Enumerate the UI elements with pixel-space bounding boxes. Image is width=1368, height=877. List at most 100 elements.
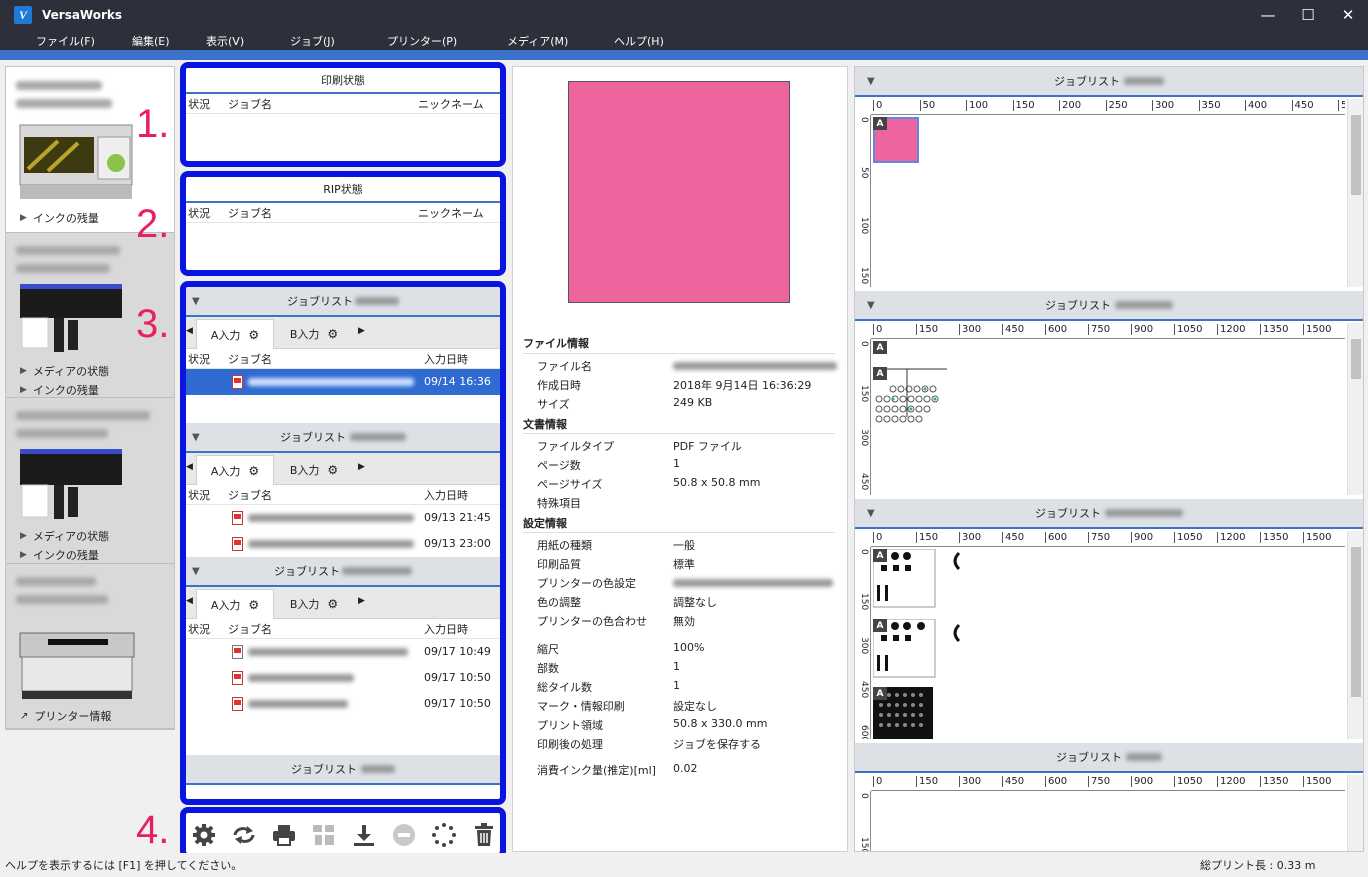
gear-icon[interactable]: ⚙ (327, 597, 338, 611)
scrollbar[interactable] (1347, 775, 1363, 851)
job-row[interactable]: 09/13 21:45 (186, 505, 500, 531)
collapse-icon[interactable]: ▼ (867, 300, 875, 311)
close-button[interactable]: ✕ (1328, 0, 1368, 30)
printer-info-link[interactable]: ↗ プリンター情報 (20, 708, 111, 724)
job-row[interactable]: 09/17 10:49 (186, 639, 500, 665)
expand-icon: ▶ (20, 385, 27, 395)
tab-scroll-right-icon[interactable]: ▶ (358, 596, 365, 606)
printer-image (19, 124, 133, 199)
ink-usage-label: 消費インク量(推定)[ml] (537, 764, 656, 777)
menu-file[interactable]: ファイル(F) (36, 33, 95, 49)
input-a-badge: A (873, 619, 887, 632)
tab-scroll-right-icon[interactable]: ▶ (358, 326, 365, 336)
loading-icon[interactable] (430, 821, 458, 849)
media-status-link[interactable]: ▶ メディアの状態 (20, 528, 109, 544)
ruler-horizontal: 0 150 300 450 600 750 900 1050 1200 1350 1500 (871, 323, 1345, 339)
tab-b-input[interactable]: B入力 ⚙ (276, 455, 352, 485)
marker-2: 2. (136, 202, 170, 246)
maximize-button[interactable]: ☐ (1288, 0, 1328, 30)
collapse-icon[interactable]: ▼ (192, 566, 200, 577)
joblist-tabs: ◀ A入力 ⚙ B入力 ⚙ ▶ (186, 587, 500, 619)
ruler-tick-label: 600 (1045, 532, 1067, 543)
total-print-length: 総プリント長 : 0.33 m (1200, 859, 1316, 872)
gear-icon[interactable]: ⚙ (248, 598, 259, 612)
joblist-previews: ▼ジョブリスト 0501001502002503003504004505 050… (854, 66, 1364, 852)
menu-job[interactable]: ジョブ(J) (290, 33, 335, 49)
tab-scroll-left-icon[interactable]: ◀ (186, 326, 193, 336)
minimize-button[interactable]: — (1248, 0, 1288, 30)
collapse-icon[interactable]: ▼ (867, 508, 875, 519)
joblist-tabs: ◀ A入力 ⚙ B入力 ⚙ ▶ (186, 317, 500, 349)
collapse-icon[interactable]: ▼ (867, 76, 875, 87)
preview-header[interactable]: ▼ ジョブリスト (855, 291, 1363, 321)
joblist-header[interactable]: ▼ ジョブリスト (186, 423, 500, 453)
scrollbar[interactable] (1347, 99, 1363, 287)
job-row[interactable]: 09/17 10:50 (186, 665, 500, 691)
rip-status-panel: RIP状態 状況 ジョブ名 ニックネーム (180, 171, 506, 276)
collapse-icon[interactable]: ▼ (192, 296, 200, 307)
tab-scroll-left-icon[interactable]: ◀ (186, 462, 193, 472)
gear-icon[interactable]: ⚙ (327, 463, 338, 477)
menu-printer[interactable]: プリンター(P) (387, 33, 457, 49)
print-status-title: 印刷状態 (186, 68, 500, 94)
paper-label: 用紙の種類 (537, 539, 592, 552)
ink-level-link[interactable]: ▶ インクの残量 (20, 210, 99, 226)
tab-a-input[interactable]: A入力 ⚙ (196, 455, 274, 485)
accent-strip (0, 50, 1368, 60)
ruler-tick-label: 1350 (1260, 532, 1288, 543)
ink-level-link[interactable]: ▶ インクの残量 (20, 547, 99, 563)
ruler-tick-label: 1200 (1217, 324, 1245, 335)
job-row[interactable]: 09/14 16:36 (186, 369, 500, 395)
collapse-icon[interactable]: ▼ (192, 432, 200, 443)
quality-value: 標準 (673, 558, 695, 571)
tab-a-input[interactable]: A入力 ⚙ (196, 589, 274, 619)
media-status-link[interactable]: ▶ メディアの状態 (20, 363, 109, 379)
scrollbar[interactable] (1347, 531, 1363, 739)
gear-icon[interactable]: ⚙ (248, 328, 259, 342)
download-icon[interactable] (350, 821, 378, 849)
print-status-header: 状況 ジョブ名 ニックネーム (186, 94, 500, 114)
preview-panel: ジョブリスト 0 150 300 450 600 750 900 1050 1200 1350 15… (855, 743, 1363, 851)
menu-edit[interactable]: 編集(E) (132, 33, 170, 49)
ruler-tick-label: 300 (959, 324, 981, 335)
section-settings-info: 設定情報 (523, 517, 567, 530)
tiles-value: 1 (673, 679, 680, 692)
menu-help[interactable]: ヘルプ(H) (614, 33, 664, 49)
tab-a-input[interactable]: A入力 ⚙ (196, 319, 274, 349)
joblist-header[interactable]: ▼ ジョブリスト (186, 287, 500, 317)
ruler-tick-label: 1500 (1303, 324, 1331, 335)
gear-icon[interactable]: ⚙ (327, 327, 338, 341)
job-row[interactable]: 09/13 23:00 (186, 531, 500, 557)
preview-header[interactable]: ▼ ジョブリスト (855, 67, 1363, 97)
tab-scroll-left-icon[interactable]: ◀ (186, 596, 193, 606)
nest-icon[interactable] (310, 821, 338, 849)
ruler-tick-label: 450 (859, 473, 869, 491)
refresh-icon[interactable] (230, 821, 258, 849)
copies-value: 1 (673, 660, 680, 673)
printer-card[interactable]: ▶ メディアの状態 ▶ インクの残量 (6, 399, 174, 564)
job-row[interactable]: 09/17 10:50 (186, 691, 500, 717)
job-thumbnail[interactable] (873, 367, 949, 427)
preview-header[interactable]: ▼ ジョブリスト (855, 499, 1363, 529)
tiles-label: 総タイル数 (537, 681, 592, 694)
tab-b-input[interactable]: B入力 ⚙ (276, 589, 352, 619)
trash-icon[interactable] (470, 821, 498, 849)
gear-icon[interactable]: ⚙ (248, 464, 259, 478)
stop-icon[interactable] (390, 821, 418, 849)
preview-header[interactable]: ジョブリスト (855, 743, 1363, 773)
tab-b-input[interactable]: B入力 ⚙ (276, 319, 352, 349)
menu-view[interactable]: 表示(V) (206, 33, 244, 49)
ruler-tick-label: 300 (859, 637, 869, 655)
printer-card[interactable]: ↗ プリンター情報 (6, 565, 174, 729)
scrollbar[interactable] (1347, 323, 1363, 495)
joblist-header[interactable]: ジョブリスト (186, 755, 500, 785)
ruler-horizontal: 0 50 100 150 200 250 300 350 400 450 5 (871, 99, 1345, 115)
joblist-header[interactable]: ▼ ジョブリスト (186, 557, 500, 587)
print-icon[interactable] (270, 821, 298, 849)
settings-icon[interactable] (190, 821, 218, 849)
ink-level-link[interactable]: ▶ インクの残量 (20, 382, 99, 398)
menu-media[interactable]: メディア(M) (507, 33, 568, 49)
tab-scroll-right-icon[interactable]: ▶ (358, 462, 365, 472)
title-bar: V VersaWorks — ☐ ✕ (0, 0, 1368, 30)
joblist-columns: 状況 ジョブ名 入力日時 (186, 349, 500, 369)
